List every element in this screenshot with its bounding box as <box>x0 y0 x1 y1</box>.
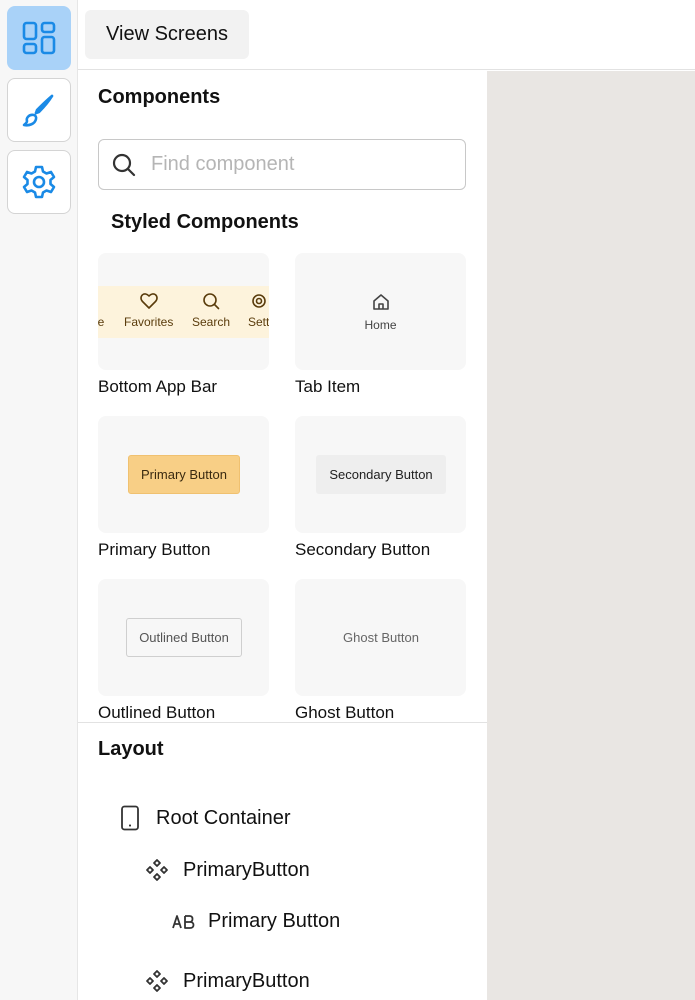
tree-item-label: Primary Button <box>208 910 341 932</box>
card-label-tab-item: Tab Item <box>295 377 361 396</box>
card-label-secondary-button: Secondary Button <box>295 540 431 559</box>
sidebar-item-components[interactable] <box>7 6 71 70</box>
component-card-tab-item[interactable]: Home <box>295 253 466 370</box>
sidebar-item-settings[interactable] <box>7 150 71 214</box>
component-card-primary-button[interactable]: Primary Button <box>98 416 269 533</box>
tree-item-label: PrimaryButton <box>183 969 310 992</box>
search-input[interactable] <box>151 153 451 176</box>
layout-tree-item-primarybutton[interactable]: PrimaryButton <box>145 858 310 882</box>
layout-tree-item-root-container[interactable]: Root Container <box>120 805 291 831</box>
card-label-primary-button: Primary Button <box>98 540 211 559</box>
card-label-bottom-app-bar: Bottom App Bar <box>98 377 218 396</box>
layout-grid-icon <box>22 21 56 55</box>
primary-button-preview: Primary Button <box>128 455 240 494</box>
layout-panel: Layout Root Container PrimaryButton Prim… <box>78 722 487 1000</box>
top-toolbar: View Screens <box>78 0 695 70</box>
bottom-bar-item: e <box>98 286 111 329</box>
text-ab-icon <box>172 914 195 929</box>
component-icon <box>146 970 168 992</box>
view-screens-button[interactable]: View Screens <box>85 10 249 59</box>
tab-item-preview: Home <box>295 253 466 370</box>
bottom-bar-item-settings: Sett <box>248 286 269 329</box>
components-title: Components <box>98 86 221 108</box>
sidebar-rail <box>0 0 78 1000</box>
gear-icon <box>22 165 56 199</box>
card-label-ghost-button: Ghost Button <box>295 703 395 722</box>
component-card-bottom-app-bar[interactable]: e Favorites Search Sett <box>98 253 269 370</box>
paint-brush-icon <box>22 94 54 127</box>
card-label-outlined-button: Outlined Button <box>98 703 216 722</box>
tab-item-label: Home <box>364 317 397 332</box>
gear-icon <box>251 294 266 308</box>
component-card-outlined-button[interactable]: Outlined Button <box>98 579 269 696</box>
search-field[interactable] <box>98 139 466 190</box>
layout-tree-item-primarybutton[interactable]: PrimaryButton <box>145 969 310 993</box>
component-icon <box>146 859 168 881</box>
tree-item-label: Root Container <box>156 806 291 829</box>
icon <box>98 291 111 311</box>
component-card-secondary-button[interactable]: Secondary Button <box>295 416 466 533</box>
secondary-button-preview: Secondary Button <box>316 455 446 494</box>
outlined-button-preview: Outlined Button <box>126 618 242 657</box>
heart-icon <box>139 293 158 309</box>
home-icon <box>372 293 389 310</box>
mobile-device-icon <box>121 805 139 831</box>
tree-item-label: PrimaryButton <box>183 858 310 881</box>
design-canvas[interactable] <box>487 71 695 1000</box>
search-icon <box>203 293 220 310</box>
search-icon <box>112 153 136 176</box>
sidebar-item-theme[interactable] <box>7 78 71 142</box>
bottom-bar-item-search: Search <box>192 286 230 329</box>
ghost-button-preview: Ghost Button <box>343 630 419 645</box>
component-card-ghost-button[interactable]: Ghost Button <box>295 579 466 696</box>
bottom-bar-item-favorites: Favorites <box>124 286 173 329</box>
bottom-app-bar-preview: e Favorites Search Sett <box>98 286 269 338</box>
layout-title: Layout <box>98 738 164 760</box>
styled-components-title: Styled Components <box>111 211 299 233</box>
layout-tree-item-primary-button-text[interactable]: Primary Button <box>172 910 340 933</box>
